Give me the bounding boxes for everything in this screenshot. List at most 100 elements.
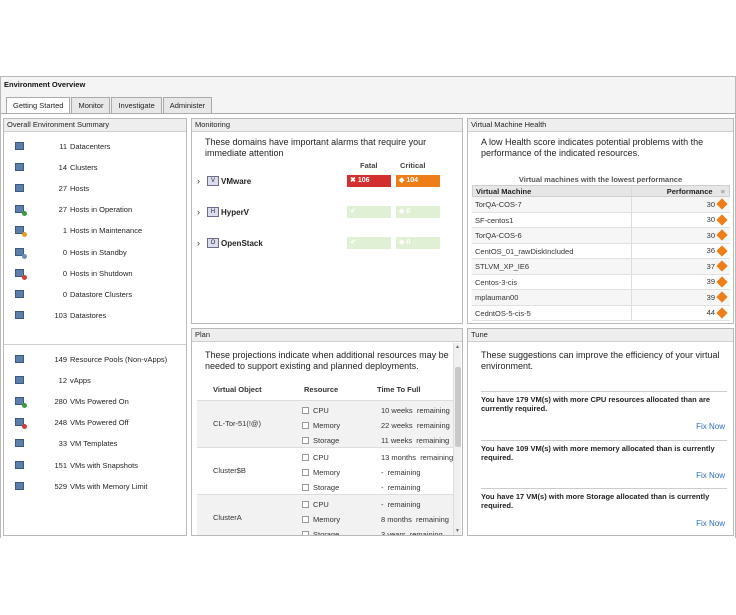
warning-icon (716, 307, 728, 319)
resource-checkbox[interactable] (302, 530, 309, 535)
resource-checkbox[interactable] (302, 421, 309, 429)
domain-row-hyperv[interactable]: › H HyperV (197, 205, 249, 219)
resource-label: CPU (313, 499, 329, 509)
fatal-alarm-badge[interactable]: ✖ 106 (347, 175, 391, 187)
scroll-thumb[interactable] (455, 367, 461, 447)
column-menu-icon[interactable]: ≡ (721, 186, 725, 197)
plan-scrollbar[interactable]: ▲ ▼ (453, 343, 461, 535)
tune-intro: These suggestions can improve the effici… (481, 350, 720, 371)
col-perf-header[interactable]: Performance ≡ (632, 186, 729, 196)
perf-value: 30 (706, 215, 715, 225)
table-row[interactable]: TorQA-COS-7 30 (472, 197, 730, 213)
vm-name-cell: mplauman00 (472, 290, 632, 305)
table-row[interactable]: CedntOS-5-cis-5 44 (472, 305, 730, 321)
domain-name[interactable]: HyperV (221, 208, 249, 217)
domain-name[interactable]: OpenStack (221, 239, 263, 248)
virtual-object-name[interactable]: ClusterA (213, 513, 242, 522)
scroll-up-icon[interactable]: ▲ (455, 344, 460, 350)
warning-icon (716, 214, 728, 226)
datastore-cluster-icon (14, 289, 26, 300)
vm-health-subtitle: Virtual machines with the lowest perform… (518, 175, 683, 184)
time-to-full: - remaining (381, 499, 421, 509)
table-row[interactable]: SF-centos1 30 (472, 212, 730, 228)
critical-ok-badge[interactable]: ◆ 0 (396, 237, 440, 249)
tune-suggestion: You have 179 VM(s) with more CPU resourc… (481, 391, 727, 437)
summary-item[interactable]: 0 Hosts in Standby (14, 245, 127, 259)
summary-item[interactable]: 27 Hosts (14, 181, 89, 195)
fatal-ok-badge[interactable]: ✔ (347, 237, 391, 249)
resource-label: Memory (313, 420, 341, 430)
resource-checkbox[interactable] (302, 436, 309, 444)
col-vm-header[interactable]: Virtual Machine (473, 186, 632, 196)
perf-cell: 39 (632, 290, 730, 305)
vm-name-cell: TorQA-COS-6 (472, 228, 632, 243)
resource-checkbox[interactable] (302, 406, 309, 414)
virtual-object-name[interactable]: Cluster$B (213, 466, 246, 475)
openstack-icon: O (207, 238, 219, 248)
vm-template-icon (14, 438, 26, 449)
summary-item[interactable]: 14 Clusters (14, 160, 98, 174)
table-row[interactable]: STLVM_XP_IE6 37 (472, 259, 730, 275)
resource-checkbox[interactable] (302, 483, 309, 491)
summary-item[interactable]: 27 Hosts in Operation (14, 203, 132, 217)
perf-value: 44 (706, 308, 715, 318)
summary-label: Clusters (70, 162, 98, 172)
summary-count: 12 (58, 375, 67, 385)
table-row[interactable]: mplauman00 39 (472, 290, 730, 306)
chevron-right-icon[interactable]: › (197, 238, 207, 248)
environment-overview-window: Environment Overview Getting Started Mon… (0, 76, 736, 538)
vm-health-table: Virtual Machine Performance ≡ TorQA-COS-7… (472, 185, 730, 321)
summary-item[interactable]: 151 VMs with Snapshots (14, 458, 138, 472)
tab-monitor[interactable]: Monitor (71, 97, 111, 113)
scroll-down-icon[interactable]: ▼ (455, 528, 460, 534)
domain-row-vmware[interactable]: › V VMware (197, 174, 251, 188)
summary-item[interactable]: 529 VMs with Memory Limit (14, 479, 148, 493)
summary-item[interactable]: 11 Datacenters (14, 139, 110, 153)
summary-item[interactable]: 33 VM Templates (14, 437, 117, 451)
chevron-right-icon[interactable]: › (197, 207, 207, 217)
perf-cell: 39 (632, 275, 730, 290)
summary-item[interactable]: 103 Datastores (14, 309, 106, 323)
tab-investigate[interactable]: Investigate (111, 97, 162, 113)
summary-label: vApps (70, 375, 91, 385)
critical-ok-badge[interactable]: ◆ 0 (396, 206, 440, 218)
vm-name-cell: STLVM_XP_IE6 (472, 259, 632, 274)
domain-row-openstack[interactable]: › O OpenStack (197, 236, 263, 250)
plan-resource-row: Memory - remaining (302, 465, 421, 479)
summary-count: 0 (62, 247, 67, 257)
summary-item[interactable]: 248 VMs Powered Off (14, 416, 129, 430)
resource-checkbox[interactable] (302, 453, 309, 461)
fix-now-link[interactable]: Fix Now (696, 471, 725, 480)
plan-resource-row: Storage 3 years remaining (302, 527, 443, 535)
tab-administer[interactable]: Administer (162, 97, 213, 113)
domain-name[interactable]: VMware (221, 177, 251, 186)
datacenter-icon (14, 141, 26, 152)
critical-alarm-badge[interactable]: ◆ 104 (396, 175, 440, 187)
summary-item[interactable]: 0 Datastore Clusters (14, 287, 132, 301)
resource-label: Memory (313, 467, 341, 477)
vm-name-cell: Centos-3-cis (472, 274, 632, 289)
perf-cell: 30 (632, 228, 730, 243)
tune-panel: Tune These suggestions can improve the e… (467, 328, 734, 536)
window-title: Environment Overview (4, 80, 86, 89)
plan-panel: Plan These projections indicate when add… (191, 328, 463, 536)
summary-item[interactable]: 12 vApps (14, 373, 91, 387)
virtual-object-name[interactable]: CL-Tor-51(!@) (213, 419, 261, 428)
fatal-ok-badge[interactable]: ✔ (347, 206, 391, 218)
resource-checkbox[interactable] (302, 468, 309, 476)
resource-checkbox[interactable] (302, 515, 309, 523)
summary-item[interactable]: 149 Resource Pools (Non-vApps) (14, 352, 167, 366)
table-row[interactable]: CentOS_01_rawDiskIncluded 36 (472, 243, 730, 259)
table-row[interactable]: Centos-3-cis 39 (472, 274, 730, 290)
table-row[interactable]: TorQA-COS-6 30 (472, 228, 730, 244)
summary-item[interactable]: 280 VMs Powered On (14, 394, 129, 408)
fix-now-link[interactable]: Fix Now (696, 519, 725, 528)
summary-item[interactable]: 0 Hosts in Shutdown (14, 266, 133, 280)
summary-item[interactable]: 1 Hosts in Maintenance (14, 224, 142, 238)
perf-value: 30 (706, 230, 715, 240)
fix-now-link[interactable]: Fix Now (696, 422, 725, 431)
tab-getting-started[interactable]: Getting Started (6, 97, 71, 114)
resource-checkbox[interactable] (302, 500, 309, 508)
chevron-right-icon[interactable]: › (197, 176, 207, 186)
summary-label: Datacenters (70, 141, 111, 151)
